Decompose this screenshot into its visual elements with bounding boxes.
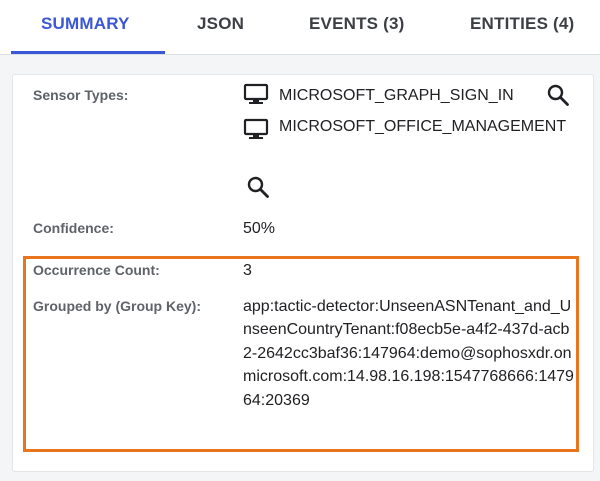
tab-json[interactable]: JSON	[197, 0, 244, 54]
group-key-value: app:tactic-detector:UnseenASNTenant_and_…	[243, 298, 574, 409]
confidence-value: 50%	[243, 220, 276, 237]
sensor-type-item: MICROSOFT_OFFICE_MANAGEMENT	[243, 114, 569, 140]
monitor-icon	[243, 118, 269, 139]
confidence-label: Confidence:	[33, 220, 114, 236]
monitor-icon	[243, 83, 269, 104]
sensor-types-label: Sensor Types:	[33, 87, 129, 103]
active-tab-indicator	[11, 51, 165, 54]
sensor-type-name: MICROSOFT_OFFICE_MANAGEMENT	[279, 118, 567, 135]
sensor-type-item: MICROSOFT_GRAPH_SIGN_IN	[243, 83, 579, 109]
tab-entities[interactable]: ENTITIES (4)	[470, 0, 574, 54]
search-icon[interactable]	[546, 83, 570, 107]
occurrence-count-value: 3	[243, 262, 252, 279]
tab-events[interactable]: EVENTS (3)	[309, 0, 405, 54]
group-key-label: Grouped by (Group Key):	[33, 298, 201, 314]
summary-card: Sensor Types: MICROSOFT_GRAPH_SIGN_IN MI…	[12, 74, 594, 472]
tab-bar: SUMMARY JSON EVENTS (3) ENTITIES (4)	[0, 0, 600, 55]
sensor-type-name: MICROSOFT_GRAPH_SIGN_IN	[279, 87, 514, 104]
tab-summary[interactable]: SUMMARY	[41, 0, 130, 54]
occurrence-count-label: Occurrence Count:	[33, 262, 160, 278]
search-icon[interactable]	[246, 175, 270, 199]
